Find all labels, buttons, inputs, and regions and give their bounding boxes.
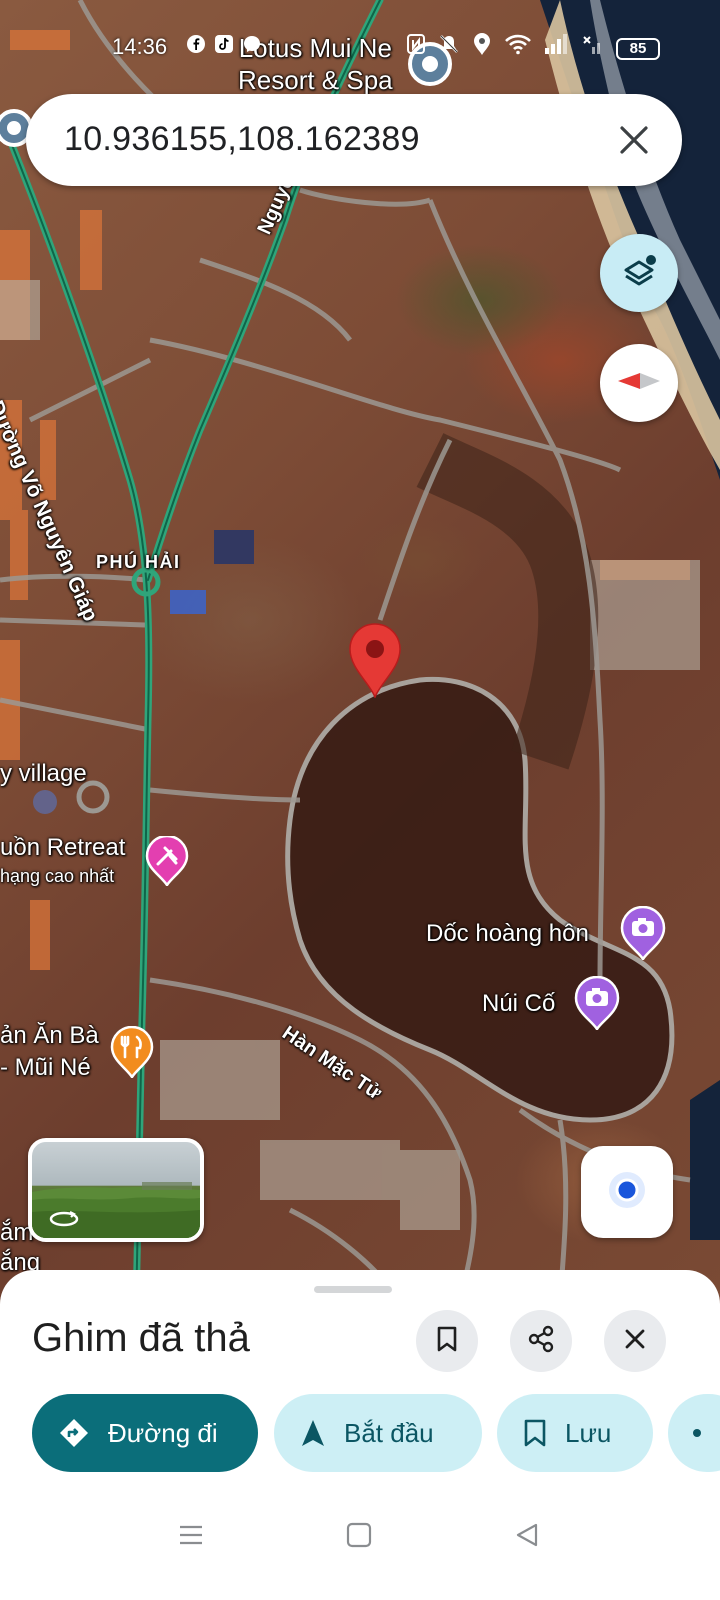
close-icon bbox=[622, 1326, 648, 1357]
more-actions-icon bbox=[692, 1428, 702, 1438]
street-view-thumbnail[interactable] bbox=[28, 1138, 204, 1242]
status-bar: 14:36 85 bbox=[0, 30, 720, 66]
home-icon[interactable] bbox=[346, 1522, 372, 1553]
bookmark-icon bbox=[435, 1325, 459, 1358]
layers-button[interactable] bbox=[600, 234, 678, 312]
navigation-arrow-icon bbox=[300, 1418, 326, 1448]
tiktok-icon bbox=[214, 34, 234, 59]
search-input[interactable]: 10.936155,108.162389 bbox=[64, 120, 420, 159]
save-button[interactable]: Lưu bbox=[497, 1394, 653, 1472]
status-time: 14:36 bbox=[112, 34, 168, 59]
directions-label: Đường đi bbox=[108, 1417, 218, 1448]
retreat-poi-marker[interactable] bbox=[145, 834, 189, 888]
layers-icon bbox=[618, 250, 660, 297]
status-notification-icons bbox=[186, 34, 262, 59]
nfc-icon bbox=[406, 33, 426, 60]
location-status-icon bbox=[472, 32, 492, 61]
my-location-icon bbox=[607, 1170, 647, 1215]
map-canvas[interactable]: Lotus Mui Ne Resort & Spa Đường Võ Nguyê… bbox=[0, 0, 720, 1310]
dropped-pin-marker[interactable] bbox=[348, 622, 402, 700]
signal-2-icon bbox=[582, 33, 602, 60]
compass-icon bbox=[616, 366, 662, 401]
start-label: Bắt đầu bbox=[344, 1417, 434, 1448]
map-label-retreat: uồn Retreat bbox=[0, 834, 126, 861]
map-label-restaurant: ản Ăn Bà - Mũi Né bbox=[0, 1022, 99, 1081]
street-view-rotate-icon bbox=[48, 1208, 80, 1235]
wifi-icon bbox=[504, 33, 532, 60]
save-icon bbox=[523, 1418, 547, 1448]
messenger-icon bbox=[242, 34, 262, 59]
battery-indicator: 85 bbox=[616, 38, 660, 60]
start-button[interactable]: Bắt đầu bbox=[274, 1394, 482, 1472]
sheet-drag-handle[interactable] bbox=[314, 1286, 392, 1293]
search-close-icon[interactable] bbox=[614, 120, 654, 160]
restaurant-poi-marker[interactable] bbox=[110, 1025, 154, 1080]
directions-button[interactable]: Đường đi bbox=[32, 1394, 258, 1472]
my-location-button[interactable] bbox=[581, 1146, 673, 1238]
signal-icon bbox=[544, 33, 570, 60]
directions-icon bbox=[58, 1417, 90, 1449]
map-label-retreat-sub: hạng cao nhất bbox=[0, 866, 115, 886]
map-label-phu-hai: PHÚ HẢI bbox=[96, 552, 181, 572]
nui-co-camera-marker[interactable] bbox=[574, 975, 620, 1032]
facebook-icon bbox=[186, 34, 206, 59]
system-navigation-bar bbox=[0, 1488, 720, 1600]
save-place-button[interactable] bbox=[416, 1310, 478, 1372]
save-label: Lưu bbox=[565, 1417, 612, 1448]
status-system-icons bbox=[406, 32, 602, 61]
share-icon bbox=[526, 1324, 556, 1359]
map-label-nui-co[interactable]: Núi Cố bbox=[482, 990, 555, 1018]
map-label-village: y village bbox=[0, 760, 87, 787]
search-bar[interactable]: 10.936155,108.162389 bbox=[26, 94, 682, 186]
back-icon[interactable] bbox=[514, 1522, 540, 1553]
more-actions-chip[interactable] bbox=[668, 1394, 720, 1472]
sheet-title: Ghim đã thả bbox=[32, 1316, 250, 1360]
place-bottom-sheet[interactable]: Ghim đã thả Đường đi Bắt đầu Lưu bbox=[0, 1270, 720, 1600]
compass-button[interactable] bbox=[600, 344, 678, 422]
share-button[interactable] bbox=[510, 1310, 572, 1372]
menu-icon[interactable] bbox=[178, 1522, 204, 1553]
close-sheet-button[interactable] bbox=[604, 1310, 666, 1372]
doc-hoang-hon-camera-marker[interactable] bbox=[620, 905, 666, 962]
map-label-doc-hoang-hon[interactable]: Dốc hoàng hôn bbox=[426, 920, 589, 948]
mute-icon bbox=[438, 33, 460, 60]
